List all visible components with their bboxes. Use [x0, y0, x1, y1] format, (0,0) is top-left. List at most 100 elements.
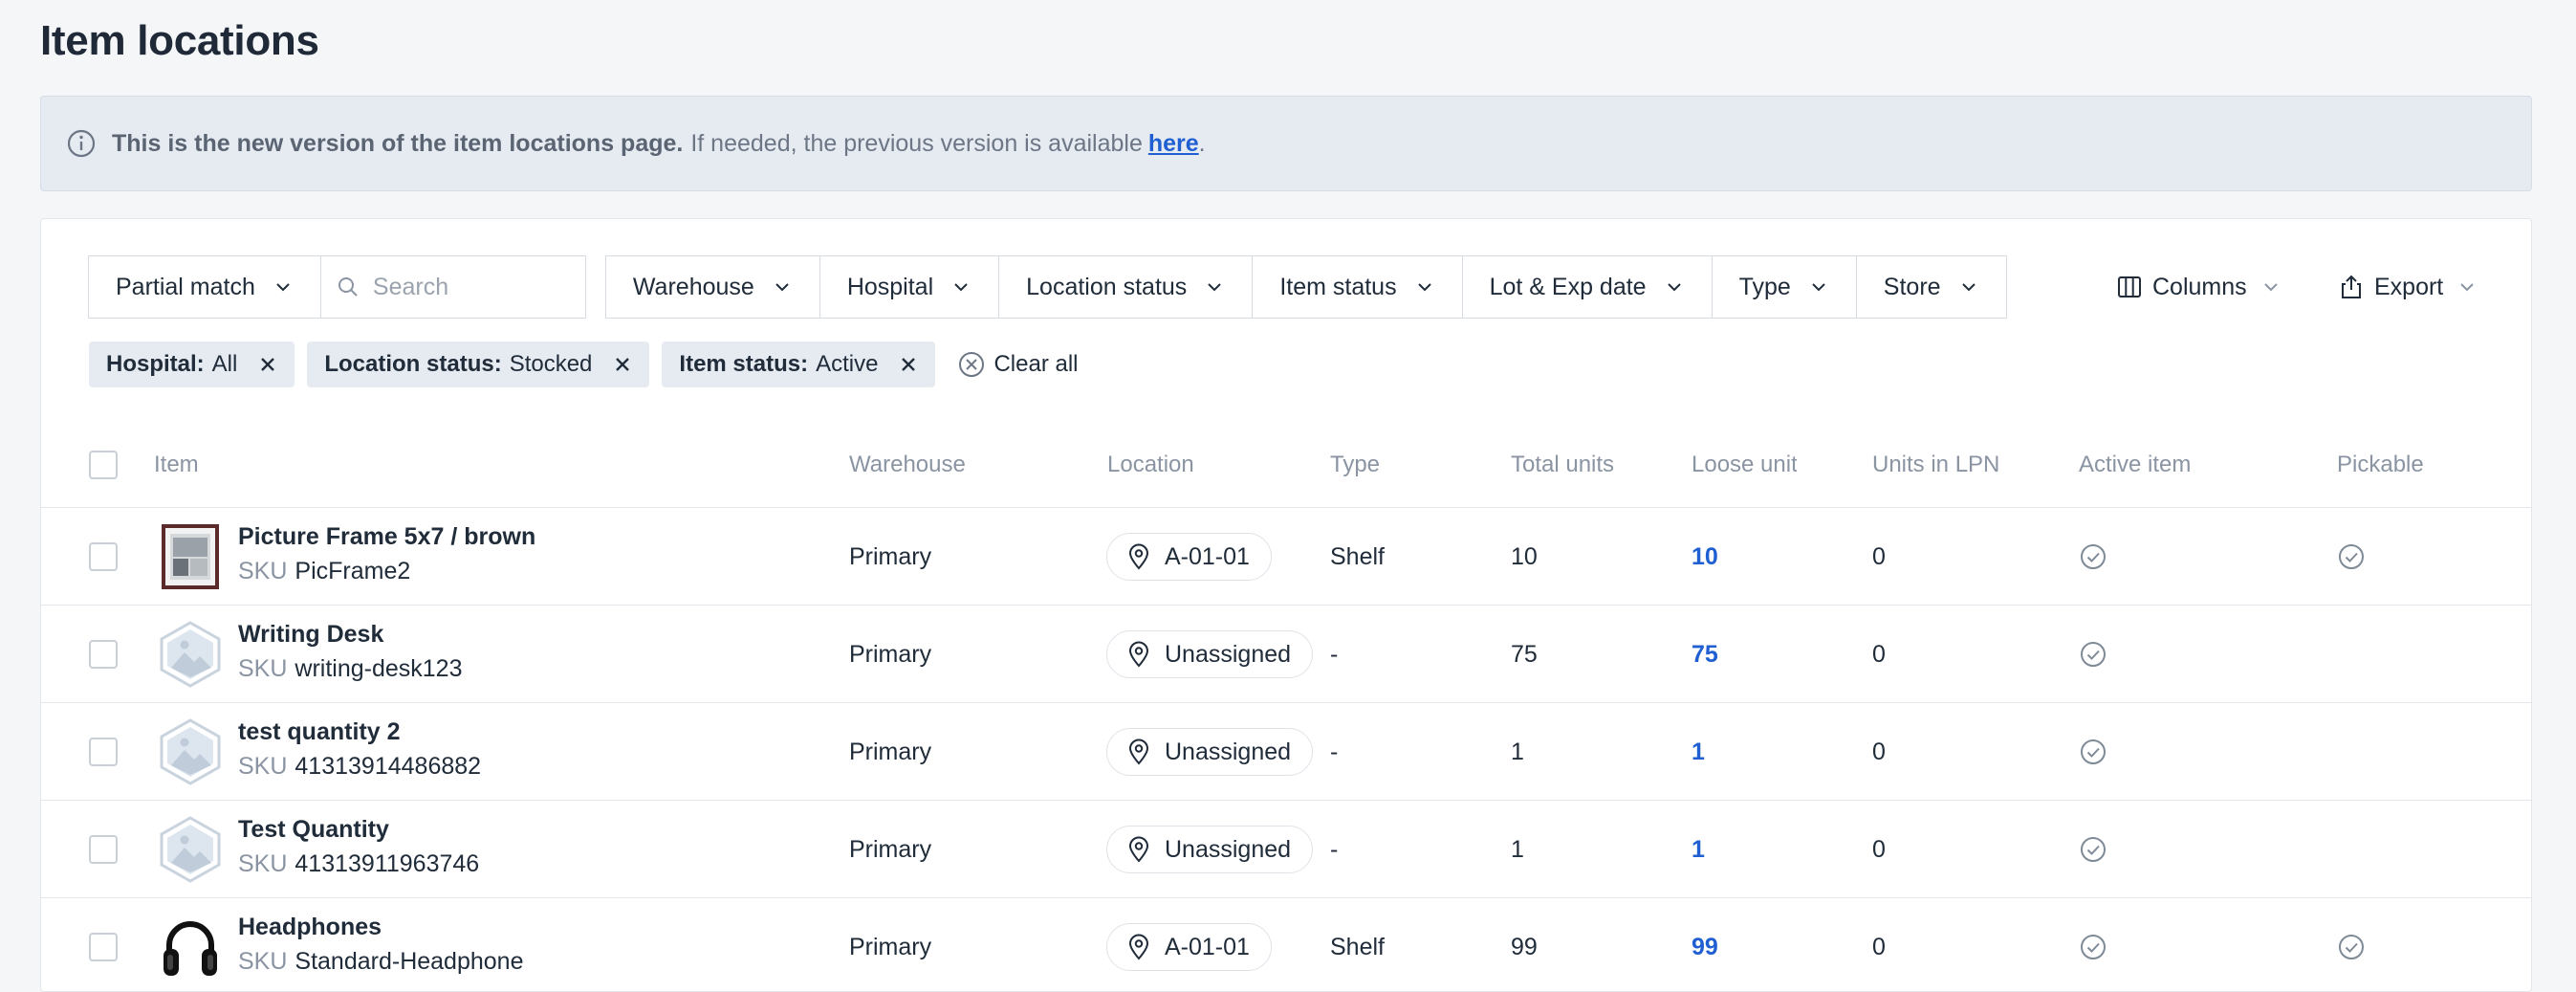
- location-pin-icon: [1128, 738, 1149, 765]
- item-sku: SKU 41313911963746: [238, 850, 487, 878]
- active-item-cell: [2079, 508, 2107, 606]
- chevron-down-icon: [1961, 283, 1976, 292]
- sku-prefix: SKU: [238, 558, 288, 584]
- row-checkbox[interactable]: [89, 542, 118, 571]
- location-pin-icon: [1128, 934, 1149, 960]
- row-checkbox[interactable]: [89, 933, 118, 961]
- location-pin-icon: [1128, 836, 1149, 863]
- units-in-lpn-cell: 0: [1872, 738, 1886, 765]
- warehouse-cell: Primary: [849, 640, 932, 668]
- select-all-checkbox[interactable]: [89, 451, 118, 479]
- column-total-units[interactable]: Total units: [1511, 422, 1616, 508]
- check-circle-icon: [2339, 935, 2364, 959]
- column-type[interactable]: Type: [1330, 422, 1380, 508]
- column-pickable[interactable]: Pickable: [2337, 422, 2424, 508]
- match-mode-label: Partial match: [116, 273, 255, 300]
- type-cell: -: [1330, 738, 1339, 765]
- location-badge[interactable]: Unassigned: [1106, 728, 1314, 776]
- sku-value: writing-desk123: [295, 655, 463, 682]
- chevron-down-icon: [276, 283, 290, 292]
- location-badge[interactable]: A-01-01: [1106, 533, 1272, 581]
- banner-period: .: [1198, 129, 1206, 157]
- sku-prefix: SKU: [238, 655, 288, 682]
- item-name[interactable]: Writing Desk: [238, 621, 383, 649]
- banner-link[interactable]: here: [1148, 130, 1199, 158]
- clear-all-button[interactable]: Clear all: [957, 350, 1079, 379]
- sku-value: 41313911963746: [295, 850, 480, 877]
- filter-type[interactable]: Type: [1711, 255, 1857, 319]
- table-row[interactable]: Writing Desk SKU writing-desk123 Primary Una…: [41, 606, 2531, 703]
- total-units-cell: 99: [1511, 933, 1538, 960]
- filter-label: Type: [1738, 273, 1791, 300]
- columns-label: Columns: [2152, 273, 2247, 300]
- loose-units-link[interactable]: 75: [1692, 606, 1718, 703]
- close-icon[interactable]: [899, 355, 918, 374]
- check-circle-icon: [2081, 544, 2106, 569]
- table-row[interactable]: test quantity 2 SKU 41313914486882 Primary U…: [41, 703, 2531, 801]
- loose-units-link[interactable]: 10: [1692, 508, 1718, 606]
- table-row[interactable]: Headphones SKU Standard-Headphone Primary A-…: [41, 898, 2531, 991]
- clear-all-label: Clear all: [993, 351, 1079, 377]
- item-name[interactable]: test quantity 2: [238, 718, 400, 746]
- check-circle-icon: [2081, 642, 2106, 667]
- check-circle-icon: [2339, 544, 2364, 569]
- close-icon[interactable]: [613, 355, 632, 374]
- export-button[interactable]: Export: [2338, 255, 2478, 319]
- filter-lot-exp-date[interactable]: Lot & Exp date: [1461, 255, 1713, 319]
- chevron-down-icon: [954, 283, 968, 292]
- column-active-item[interactable]: Active item: [2079, 422, 2191, 508]
- filter-warehouse[interactable]: Warehouse: [604, 255, 820, 319]
- column-item[interactable]: Item: [154, 422, 199, 508]
- filter-chip-location-status: Location status: Stocked: [307, 342, 650, 387]
- search-input[interactable]: Search: [319, 255, 586, 319]
- location-value: Unassigned: [1165, 835, 1292, 863]
- location-badge[interactable]: Unassigned: [1106, 630, 1314, 678]
- picture-frame-thumbnail: [162, 524, 219, 589]
- image-placeholder-icon: [160, 718, 221, 785]
- column-units-in-lpn[interactable]: Units in LPN: [1872, 422, 1999, 508]
- location-badge[interactable]: Unassigned: [1106, 826, 1314, 873]
- active-item-cell: [2079, 801, 2107, 898]
- headphones-thumbnail: [164, 921, 217, 976]
- row-checkbox[interactable]: [89, 640, 118, 669]
- filter-label: Store: [1883, 273, 1941, 300]
- item-sku: SKU 41313914486882: [238, 753, 489, 781]
- warehouse-cell: Primary: [849, 542, 932, 570]
- search-placeholder: Search: [372, 273, 449, 300]
- loose-units-link[interactable]: 1: [1692, 801, 1705, 898]
- column-loose-units[interactable]: Loose units: [1692, 422, 1797, 508]
- location-badge[interactable]: A-01-01: [1106, 923, 1272, 971]
- filter-location-status[interactable]: Location status: [998, 255, 1254, 319]
- loose-units-link[interactable]: 99: [1692, 898, 1718, 991]
- filter-label: Lot & Exp date: [1489, 273, 1647, 300]
- row-checkbox[interactable]: [89, 738, 118, 766]
- filter-label: Hospital: [846, 273, 934, 300]
- banner-bold-text: This is the new version of the item loca…: [112, 129, 684, 157]
- item-name[interactable]: Picture Frame 5x7 / brown: [238, 523, 535, 551]
- column-location[interactable]: Location: [1107, 422, 1194, 508]
- type-cell: -: [1330, 835, 1339, 863]
- match-mode-select[interactable]: Partial match: [88, 255, 321, 319]
- filter-hospital[interactable]: Hospital: [819, 255, 1000, 319]
- filter-store[interactable]: Store: [1855, 255, 2007, 319]
- total-units-cell: 75: [1511, 640, 1538, 668]
- row-checkbox[interactable]: [89, 835, 118, 864]
- table-row[interactable]: Picture Frame 5x7 / brown SKU PicFrame2 Pri…: [41, 508, 2531, 606]
- table-row[interactable]: Test Quantity SKU 41313911963746 Primary Una…: [41, 801, 2531, 898]
- filter-label: Warehouse: [632, 273, 754, 300]
- type-cell: Shelf: [1330, 542, 1385, 570]
- close-icon[interactable]: [258, 355, 277, 374]
- active-item-cell: [2079, 898, 2107, 991]
- column-warehouse[interactable]: Warehouse: [849, 422, 966, 508]
- item-name[interactable]: Headphones: [238, 914, 382, 941]
- sku-prefix: SKU: [238, 948, 288, 975]
- page-title: Item locations: [40, 17, 319, 64]
- item-sku: SKU Standard-Headphone: [238, 948, 531, 976]
- chevron-down-icon: [775, 283, 789, 292]
- filter-item-status[interactable]: Item status: [1252, 255, 1463, 319]
- check-circle-icon: [2081, 935, 2106, 959]
- item-name[interactable]: Test Quantity: [238, 816, 389, 844]
- loose-units-link[interactable]: 1: [1692, 703, 1705, 801]
- columns-button[interactable]: Columns: [2116, 255, 2281, 319]
- search-icon: [338, 277, 358, 297]
